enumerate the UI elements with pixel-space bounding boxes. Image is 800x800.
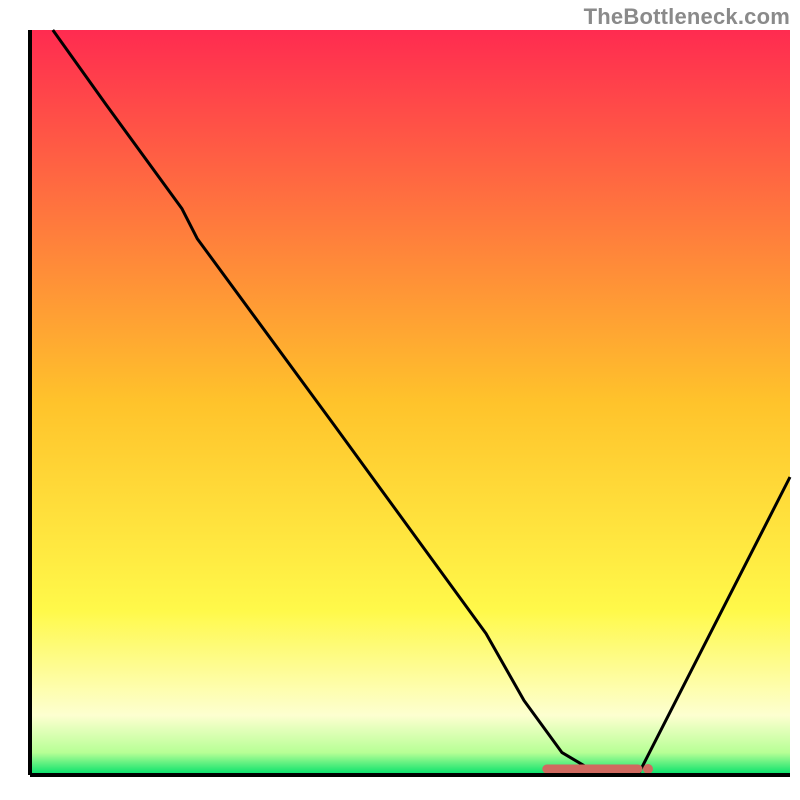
watermark-text: TheBottleneck.com	[584, 4, 790, 30]
chart-container: TheBottleneck.com	[0, 0, 800, 800]
gradient-background	[30, 30, 790, 775]
bottleneck-chart	[0, 0, 800, 800]
optimal-range-end-dot	[643, 764, 653, 774]
